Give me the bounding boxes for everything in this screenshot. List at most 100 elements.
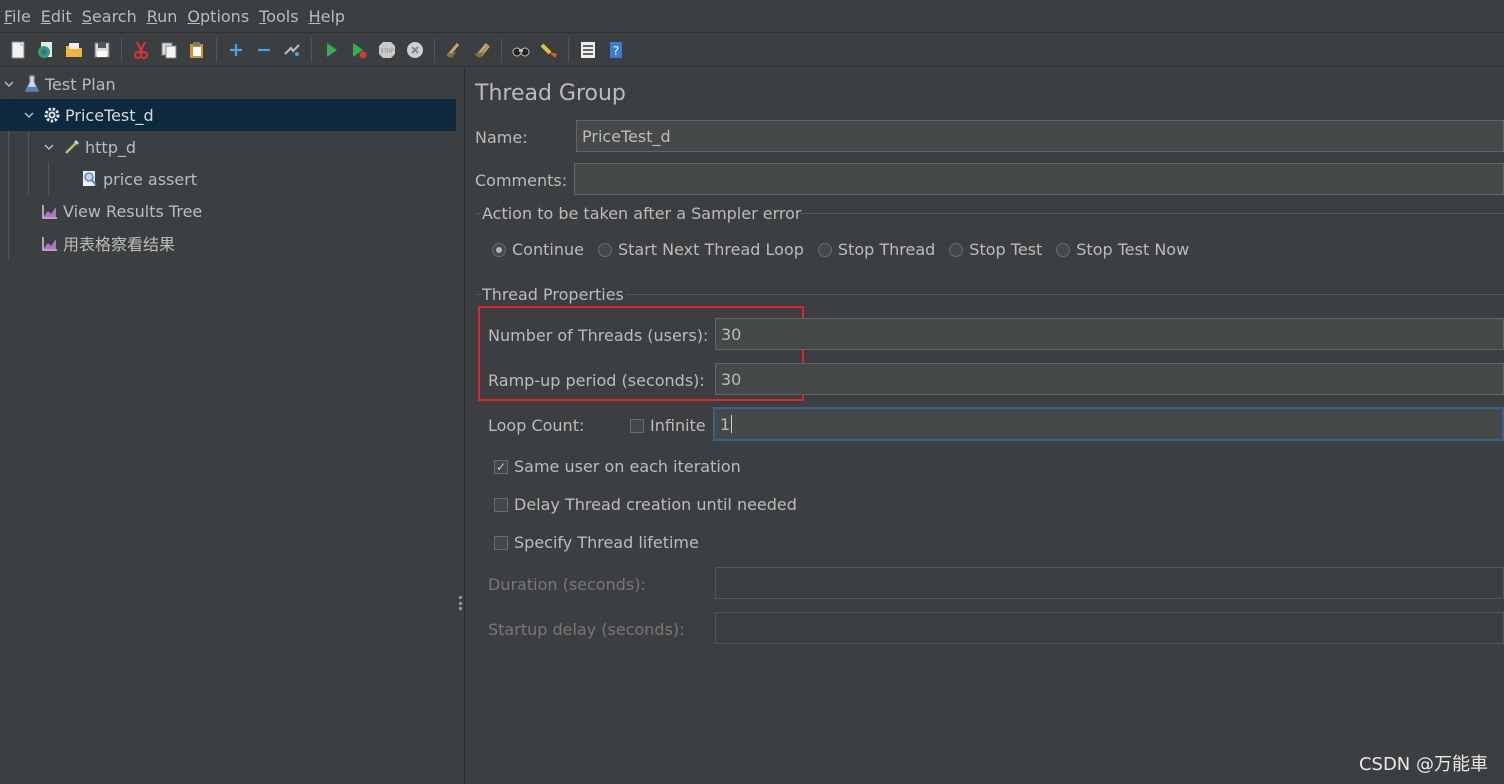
infinite-checkbox[interactable] bbox=[630, 418, 644, 433]
clear-all-icon[interactable] bbox=[470, 38, 494, 62]
gear-icon bbox=[42, 105, 62, 125]
infinite-checkbox-row[interactable]: Infinite bbox=[630, 416, 706, 435]
delay-thread-checkbox-row[interactable]: Delay Thread creation until needed bbox=[494, 495, 797, 514]
templates-icon[interactable] bbox=[34, 38, 58, 62]
clear-icon[interactable] bbox=[442, 38, 466, 62]
tree-node-label: http_d bbox=[85, 137, 136, 157]
chevron-down-icon[interactable] bbox=[22, 108, 36, 122]
radio-label: Stop Thread bbox=[837, 240, 936, 259]
group-border bbox=[626, 294, 1504, 295]
sampler-error-options: Continue Start Next Thread Loop Stop Thr… bbox=[492, 240, 1203, 259]
tree-guide-line bbox=[28, 130, 29, 196]
test-plan-icon bbox=[22, 74, 42, 94]
radio-start-next-loop[interactable]: Start Next Thread Loop bbox=[597, 240, 804, 259]
save-icon[interactable] bbox=[90, 38, 114, 62]
tree-node-view-results[interactable]: View Results Tree bbox=[40, 195, 202, 227]
comments-field[interactable] bbox=[574, 163, 1504, 195]
tree-node-label: View Results Tree bbox=[63, 201, 203, 221]
radio-label: Stop Test bbox=[969, 240, 1043, 259]
menu-edit[interactable]: Edit bbox=[41, 7, 72, 26]
collapse-icon[interactable] bbox=[252, 38, 276, 62]
open-icon[interactable] bbox=[62, 38, 86, 62]
startup-delay-field bbox=[715, 612, 1504, 644]
tree-node-test-plan[interactable]: Test Plan bbox=[2, 68, 116, 100]
copy-icon[interactable] bbox=[157, 38, 181, 62]
listener-icon bbox=[40, 233, 60, 253]
menu-file[interactable]: File bbox=[4, 7, 31, 26]
tree-node-http-sampler[interactable]: http_d bbox=[42, 131, 136, 163]
panel-title: Thread Group bbox=[475, 81, 626, 106]
tree-node-thread-group[interactable]: PriceTest_d bbox=[0, 99, 456, 131]
radio-button[interactable] bbox=[1056, 242, 1071, 257]
search-icon[interactable] bbox=[509, 38, 533, 62]
radio-label: Continue bbox=[512, 240, 584, 259]
tree-node-label: price assert bbox=[103, 169, 198, 189]
radio-button[interactable] bbox=[817, 242, 832, 257]
stop-icon[interactable]: STOP bbox=[375, 38, 399, 62]
same-user-checkbox-row[interactable]: ✓ Same user on each iteration bbox=[494, 457, 741, 476]
chevron-down-icon[interactable] bbox=[42, 140, 56, 154]
cut-icon[interactable] bbox=[129, 38, 153, 62]
toggle-icon[interactable] bbox=[280, 38, 304, 62]
radio-button[interactable] bbox=[597, 242, 612, 257]
comments-label: Comments: bbox=[475, 171, 568, 190]
sampler-error-group-label: Action to be taken after a Sampler error bbox=[482, 204, 802, 223]
tree-guide-line bbox=[48, 162, 49, 196]
delay-thread-label: Delay Thread creation until needed bbox=[514, 495, 797, 514]
menu-help[interactable]: Help bbox=[309, 7, 345, 26]
test-plan-tree: Test Plan PriceTest_d http_d price asser… bbox=[0, 68, 456, 784]
watermark: CSDN @万能車 bbox=[1358, 754, 1488, 775]
thread-group-panel: Thread Group Name: PriceTest_d Comments:… bbox=[466, 68, 1504, 784]
radio-button[interactable] bbox=[492, 242, 506, 257]
start-no-pause-icon[interactable] bbox=[347, 38, 371, 62]
loop-count-value: 1 bbox=[720, 414, 731, 434]
menu-bar: File Edit Search Run Options Tools Help bbox=[0, 0, 1504, 33]
toolbar-separator bbox=[434, 37, 435, 62]
duration-label: Duration (seconds): bbox=[488, 575, 646, 594]
thread-lifetime-checkbox[interactable] bbox=[494, 535, 508, 550]
expand-icon[interactable] bbox=[224, 38, 248, 62]
rampup-label: Ramp-up period (seconds): bbox=[488, 371, 705, 390]
menu-run[interactable]: Run bbox=[147, 7, 178, 26]
infinite-label: Infinite bbox=[650, 416, 706, 435]
radio-continue[interactable]: Continue bbox=[492, 240, 584, 259]
threads-field[interactable]: 30 bbox=[715, 318, 1504, 350]
chevron-down-icon[interactable] bbox=[2, 77, 16, 91]
thread-lifetime-label: Specify Thread lifetime bbox=[514, 533, 699, 552]
tree-node-assertion[interactable]: price assert bbox=[80, 163, 197, 195]
shutdown-icon[interactable] bbox=[403, 38, 427, 62]
radio-button[interactable] bbox=[949, 242, 964, 257]
menu-options[interactable]: Options bbox=[187, 7, 249, 26]
toolbar-separator bbox=[501, 37, 502, 62]
menu-search[interactable]: Search bbox=[82, 7, 137, 26]
new-icon[interactable] bbox=[6, 38, 30, 62]
radio-stop-thread[interactable]: Stop Thread bbox=[817, 240, 936, 259]
panel-splitter[interactable] bbox=[456, 68, 465, 784]
toolbar-separator bbox=[568, 37, 569, 62]
magnifier-icon bbox=[80, 169, 100, 189]
radio-stop-test-now[interactable]: Stop Test Now bbox=[1056, 240, 1189, 259]
rampup-field[interactable]: 30 bbox=[715, 363, 1504, 395]
loop-count-field[interactable]: 1 bbox=[713, 407, 1504, 441]
svg-text:?: ? bbox=[613, 44, 619, 58]
name-field[interactable]: PriceTest_d bbox=[576, 120, 1504, 152]
same-user-checkbox[interactable]: ✓ bbox=[494, 459, 508, 474]
delay-thread-checkbox[interactable] bbox=[494, 497, 508, 512]
help-icon[interactable]: ? bbox=[604, 38, 628, 62]
pipette-icon bbox=[62, 137, 82, 157]
reset-search-icon[interactable] bbox=[537, 38, 561, 62]
radio-label: Start Next Thread Loop bbox=[617, 240, 804, 259]
tree-node-table-results[interactable]: 用表格察看结果 bbox=[40, 227, 175, 259]
paste-icon[interactable] bbox=[185, 38, 209, 62]
start-icon[interactable] bbox=[319, 38, 343, 62]
thread-lifetime-checkbox-row[interactable]: Specify Thread lifetime bbox=[494, 533, 699, 552]
toolbar-separator bbox=[311, 37, 312, 62]
tree-node-label: PriceTest_d bbox=[65, 105, 154, 125]
toolbar: STOP ? bbox=[0, 33, 1504, 67]
splitter-grip[interactable] bbox=[459, 596, 462, 610]
group-border bbox=[800, 213, 1504, 214]
function-helper-icon[interactable] bbox=[576, 38, 600, 62]
listener-icon bbox=[40, 201, 60, 221]
menu-tools[interactable]: Tools bbox=[259, 7, 298, 26]
radio-stop-test[interactable]: Stop Test bbox=[949, 240, 1042, 259]
